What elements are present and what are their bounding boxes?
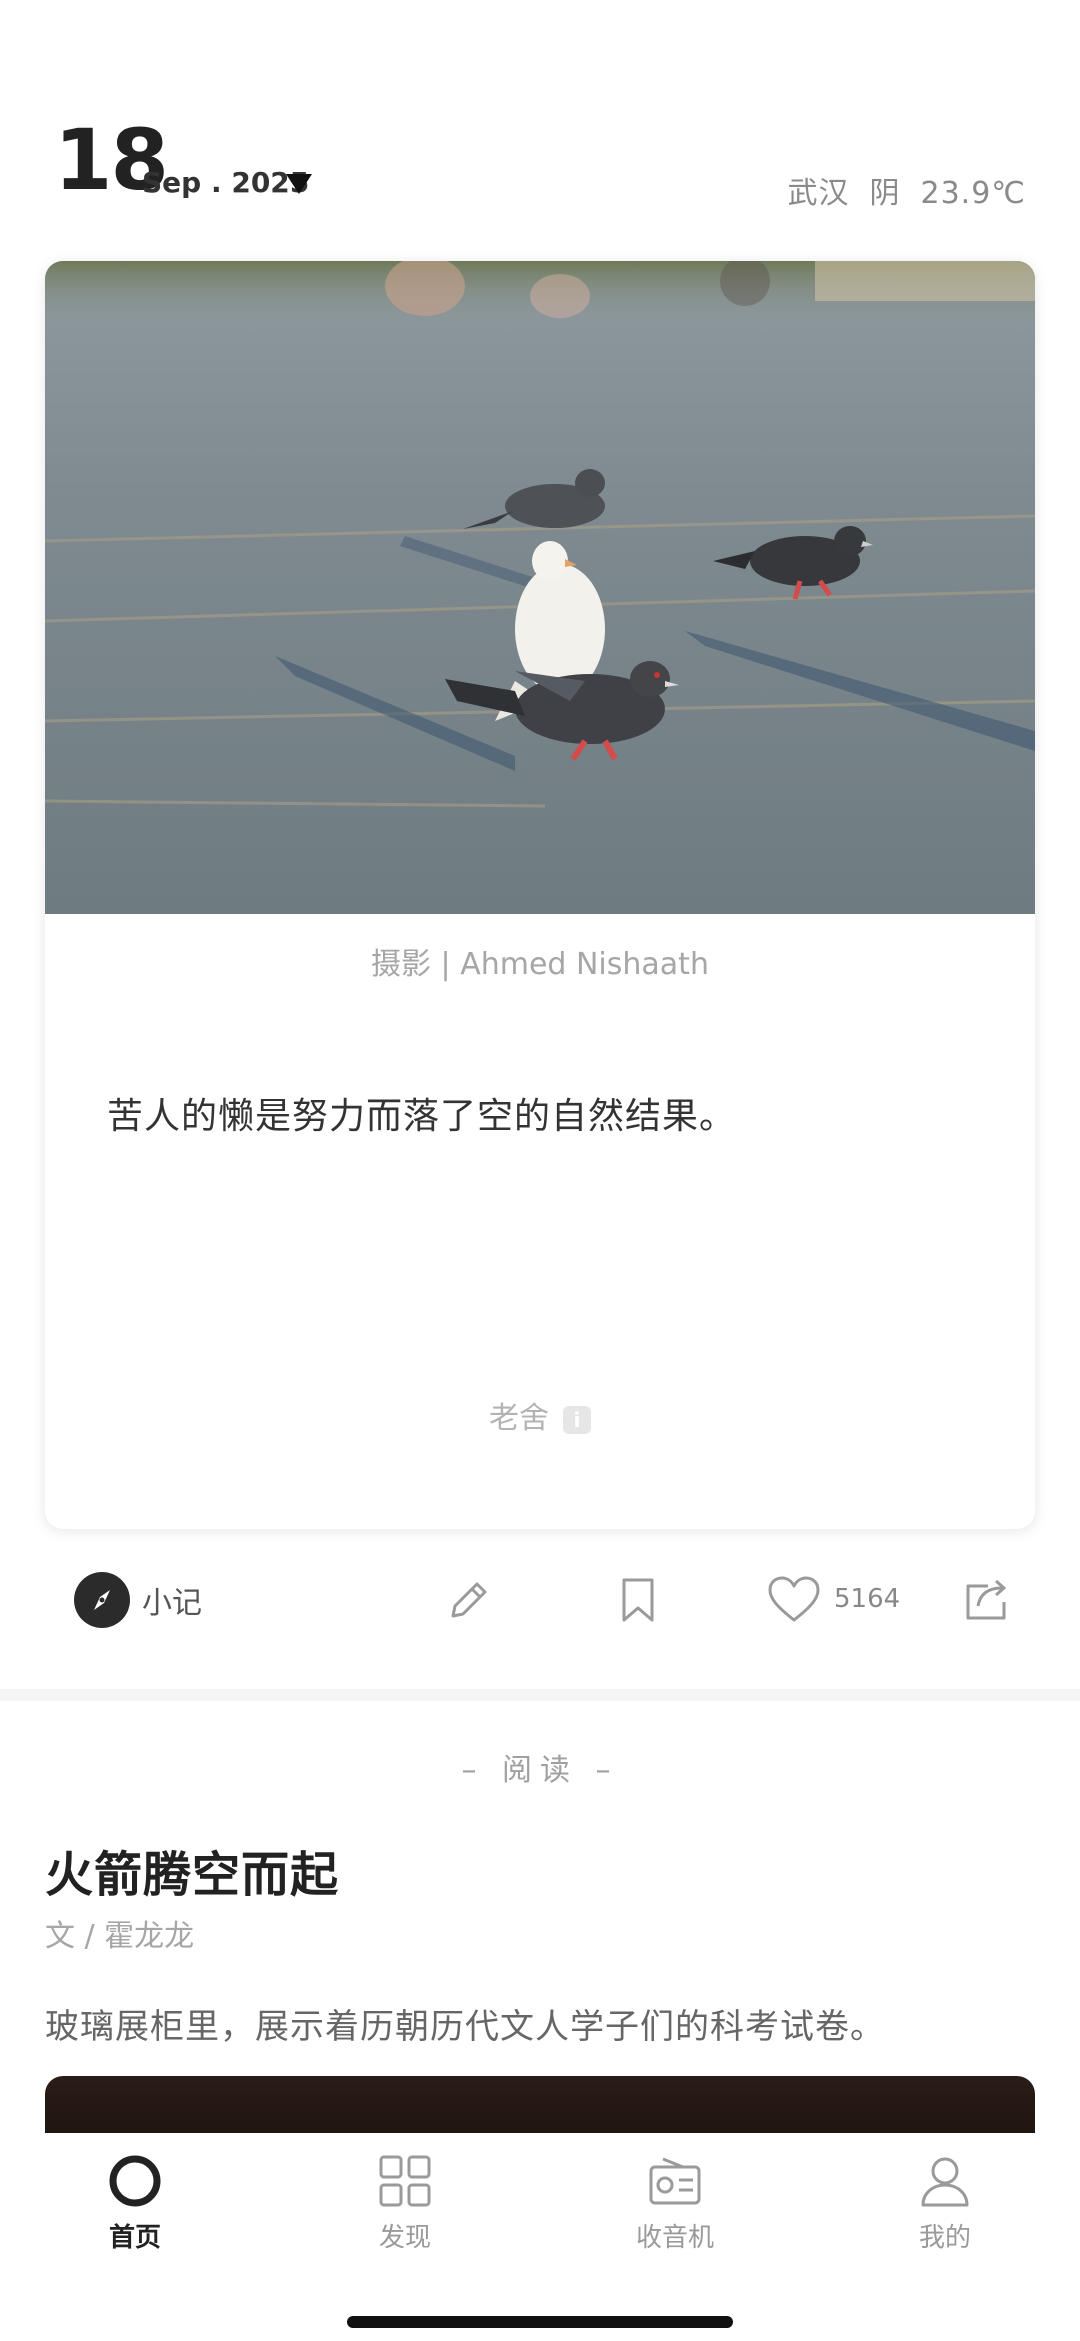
quote-author-row: 老舍 i [45, 1393, 1035, 1437]
tab-mine-label: 我的 [918, 2223, 971, 2253]
weather-condition: 阴 [869, 176, 901, 211]
compass-icon [74, 1572, 130, 1628]
radio-icon [649, 2157, 701, 2205]
pencil-icon[interactable] [443, 1574, 495, 1626]
dropdown-arrow-icon[interactable] [284, 172, 314, 196]
like-count: 5164 [834, 1584, 901, 1614]
weather-temperature: 23.9℃ [920, 176, 1026, 211]
person-icon [921, 2157, 969, 2207]
tab-discover[interactable]: 发现 [335, 2153, 475, 2254]
tab-home[interactable]: 首页 [65, 2153, 205, 2254]
section-divider [0, 1689, 1080, 1701]
article-excerpt[interactable]: 玻璃展柜里，展示着历朝历代文人学子们的科考试卷。 [45, 1999, 885, 2048]
grid-icon [379, 2155, 431, 2207]
tab-discover-label: 发现 [378, 2223, 431, 2253]
daily-photo[interactable] [45, 261, 1035, 914]
reading-section-label: – 阅读 – [461, 1753, 619, 1788]
home-indicator[interactable] [347, 2316, 733, 2328]
weather-city: 武汉 [787, 176, 850, 211]
tab-radio[interactable]: 收音机 [605, 2153, 745, 2254]
tab-radio-label: 收音机 [635, 2223, 714, 2253]
daily-quote: 苦人的懒是努力而落了空的自然结果。 [107, 1096, 737, 1137]
tab-mine[interactable]: 我的 [875, 2153, 1015, 2254]
photo-credit: 摄影 | Ahmed Nishaath [371, 947, 709, 982]
bottom-tab-bar: 首页 发现 收音机 我的 [0, 2133, 1080, 2341]
circle-home-icon [109, 2155, 161, 2207]
header: 18 Sep . 2025 武汉阴 23.9℃ [0, 0, 1080, 260]
note-button[interactable]: 小记 [74, 1572, 202, 1628]
heart-icon[interactable] [766, 1574, 822, 1626]
card-actions: 小记 5164 [0, 1560, 1080, 1650]
daily-card[interactable]: 摄影 | Ahmed Nishaath 苦人的懒是努力而落了空的自然结果。 老舍… [45, 261, 1035, 1529]
share-icon[interactable] [960, 1574, 1012, 1626]
bookmark-icon[interactable] [612, 1574, 664, 1626]
note-label: 小记 [142, 1586, 202, 1621]
tab-home-label: 首页 [108, 2223, 161, 2253]
article-title[interactable]: 火箭腾空而起 [45, 1835, 339, 1905]
quote-author: 老舍 [489, 1401, 549, 1436]
pigeons-photo [45, 261, 1035, 914]
article-author: 文 / 霍龙龙 [45, 1919, 195, 1954]
weather-info: 武汉阴 23.9℃ [788, 168, 1027, 212]
info-icon[interactable]: i [563, 1405, 591, 1434]
